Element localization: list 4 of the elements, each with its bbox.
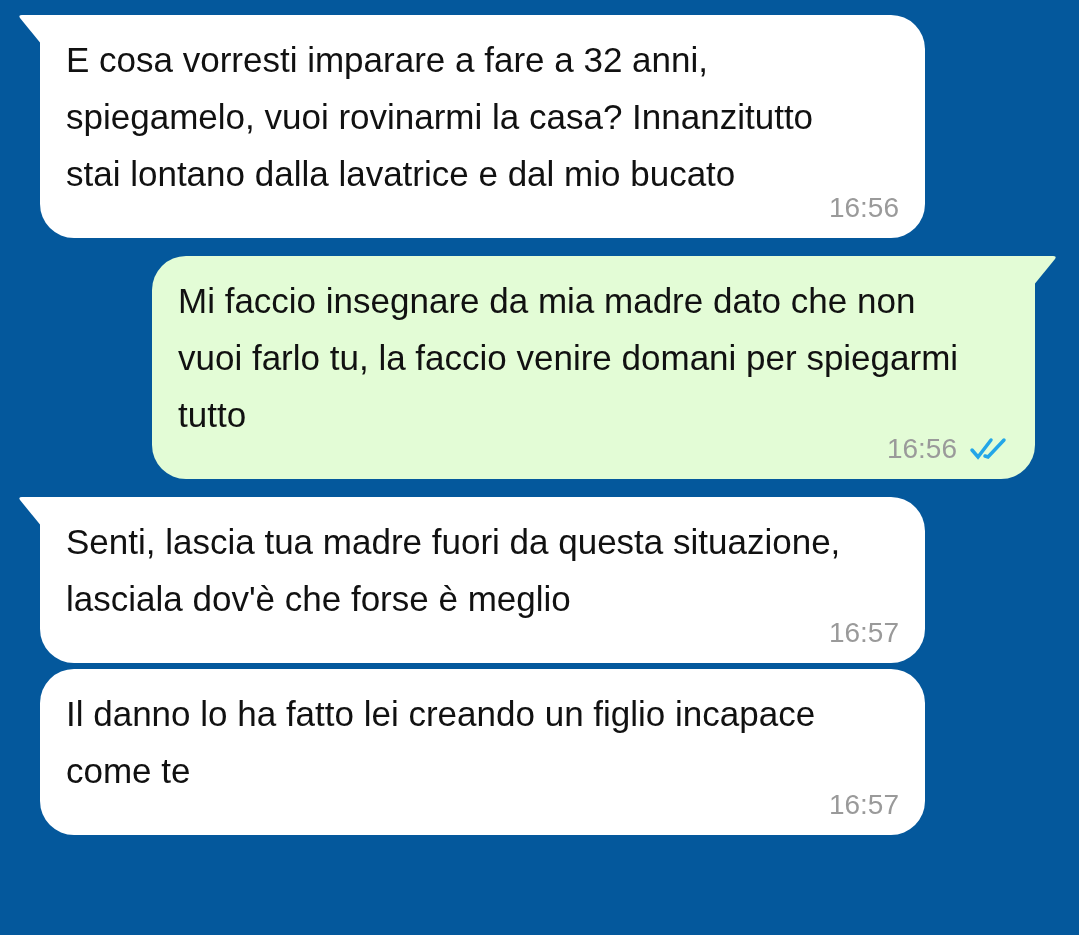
message-time: 16:56 (828, 191, 899, 225)
message-text: E cosa vorresti imparare a fare a 32 anni, spiegamelo, vuoi rovinarmi la casa? Innanzitutto stai lontano dalla lavatrice e dal mio bucato (66, 39, 815, 195)
message-time: 16:57 (828, 788, 899, 822)
message-text: Il danno lo ha fatto lei creando un figlio incapace come te (66, 693, 817, 792)
